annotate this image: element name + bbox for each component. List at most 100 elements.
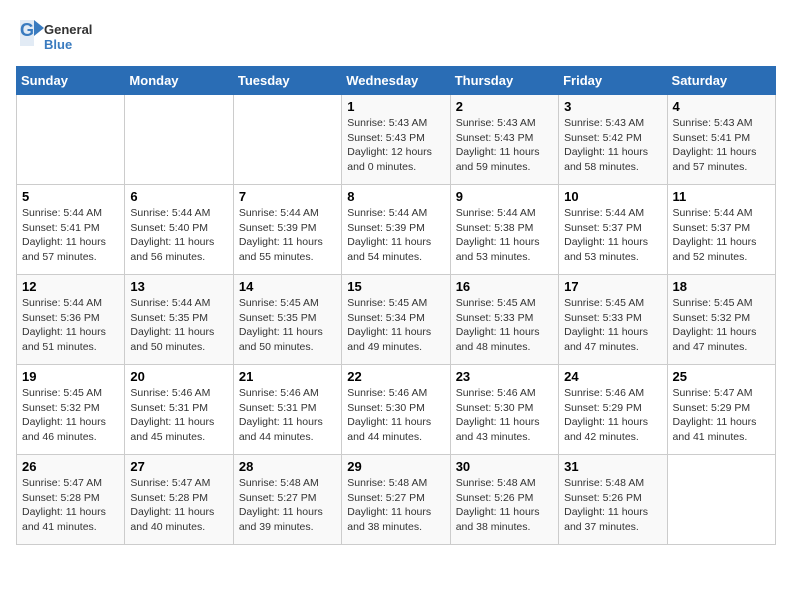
logo: General Blue G [16, 16, 106, 56]
day-number: 4 [673, 99, 770, 114]
day-info: Sunrise: 5:43 AM Sunset: 5:43 PM Dayligh… [456, 116, 553, 175]
day-info: Sunrise: 5:45 AM Sunset: 5:32 PM Dayligh… [673, 296, 770, 355]
day-info: Sunrise: 5:44 AM Sunset: 5:40 PM Dayligh… [130, 206, 227, 265]
day-info: Sunrise: 5:48 AM Sunset: 5:27 PM Dayligh… [239, 476, 336, 535]
day-number: 1 [347, 99, 444, 114]
day-number: 28 [239, 459, 336, 474]
day-number: 30 [456, 459, 553, 474]
svg-text:Blue: Blue [44, 37, 72, 52]
day-info: Sunrise: 5:44 AM Sunset: 5:39 PM Dayligh… [239, 206, 336, 265]
calendar-cell: 2Sunrise: 5:43 AM Sunset: 5:43 PM Daylig… [450, 95, 558, 185]
calendar-week: 12 Sunrise: 5:44 AM Sunset: 5:36 PM Dayli… [17, 275, 776, 365]
day-info: Sunrise: 5:44 AM Sunset: 5:41 PM Dayligh… [22, 206, 119, 265]
day-number: 20 [130, 369, 227, 384]
day-number: 16 [456, 279, 553, 294]
calendar-week: 26 Sunrise: 5:47 AM Sunset: 5:28 PM Dayli… [17, 455, 776, 545]
day-number: 8 [347, 189, 444, 204]
day-number: 15 [347, 279, 444, 294]
day-number: 3 [564, 99, 661, 114]
day-info: Sunrise: 5:43 AM Sunset: 5:42 PM Dayligh… [564, 116, 661, 175]
calendar-cell: 16 Sunrise: 5:45 AM Sunset: 5:33 PM Dayli… [450, 275, 558, 365]
day-info: Sunrise: 5:44 AM Sunset: 5:35 PM Dayligh… [130, 296, 227, 355]
calendar-cell: 25Sunrise: 5:47 AM Sunset: 5:29 PM Dayli… [667, 365, 775, 455]
day-info: Sunrise: 5:45 AM Sunset: 5:35 PM Dayligh… [239, 296, 336, 355]
calendar-cell: 20 Sunrise: 5:46 AM Sunset: 5:31 PM Dayli… [125, 365, 233, 455]
day-number: 18 [673, 279, 770, 294]
calendar-body: 1 Sunrise: 5:43 AM Sunset: 5:43 PM Daylig… [17, 95, 776, 545]
day-info: Sunrise: 5:45 AM Sunset: 5:34 PM Dayligh… [347, 296, 444, 355]
calendar-cell [667, 455, 775, 545]
calendar-cell: 10Sunrise: 5:44 AM Sunset: 5:37 PM Dayli… [559, 185, 667, 275]
day-info: Sunrise: 5:44 AM Sunset: 5:39 PM Dayligh… [347, 206, 444, 265]
day-number: 27 [130, 459, 227, 474]
calendar-table: SundayMondayTuesdayWednesdayThursdayFrid… [16, 66, 776, 545]
calendar-cell [125, 95, 233, 185]
day-number: 6 [130, 189, 227, 204]
calendar-cell: 5Sunrise: 5:44 AM Sunset: 5:41 PM Daylig… [17, 185, 125, 275]
weekday-header: Thursday [450, 67, 558, 95]
day-number: 31 [564, 459, 661, 474]
calendar-cell: 8 Sunrise: 5:44 AM Sunset: 5:39 PM Daylig… [342, 185, 450, 275]
day-info: Sunrise: 5:46 AM Sunset: 5:31 PM Dayligh… [130, 386, 227, 445]
day-number: 9 [456, 189, 553, 204]
calendar-cell: 14 Sunrise: 5:45 AM Sunset: 5:35 PM Dayli… [233, 275, 341, 365]
calendar-cell: 4 Sunrise: 5:43 AM Sunset: 5:41 PM Daylig… [667, 95, 775, 185]
day-info: Sunrise: 5:43 AM Sunset: 5:41 PM Dayligh… [673, 116, 770, 175]
calendar-cell: 30 Sunrise: 5:48 AM Sunset: 5:26 PM Dayli… [450, 455, 558, 545]
day-info: Sunrise: 5:47 AM Sunset: 5:28 PM Dayligh… [22, 476, 119, 535]
calendar-header: SundayMondayTuesdayWednesdayThursdayFrid… [17, 67, 776, 95]
day-info: Sunrise: 5:46 AM Sunset: 5:30 PM Dayligh… [456, 386, 553, 445]
day-number: 23 [456, 369, 553, 384]
calendar-cell: 19 Sunrise: 5:45 AM Sunset: 5:32 PM Dayli… [17, 365, 125, 455]
calendar-cell: 23 Sunrise: 5:46 AM Sunset: 5:30 PM Dayli… [450, 365, 558, 455]
calendar-cell: 12 Sunrise: 5:44 AM Sunset: 5:36 PM Dayli… [17, 275, 125, 365]
day-info: Sunrise: 5:47 AM Sunset: 5:28 PM Dayligh… [130, 476, 227, 535]
calendar-cell: 3 Sunrise: 5:43 AM Sunset: 5:42 PM Daylig… [559, 95, 667, 185]
day-number: 19 [22, 369, 119, 384]
weekday-header: Saturday [667, 67, 775, 95]
day-info: Sunrise: 5:46 AM Sunset: 5:31 PM Dayligh… [239, 386, 336, 445]
day-number: 14 [239, 279, 336, 294]
day-number: 12 [22, 279, 119, 294]
calendar-week: 19 Sunrise: 5:45 AM Sunset: 5:32 PM Dayli… [17, 365, 776, 455]
day-info: Sunrise: 5:48 AM Sunset: 5:27 PM Dayligh… [347, 476, 444, 535]
weekday-header: Friday [559, 67, 667, 95]
calendar-cell: 1Sunrise: 5:43 AM Sunset: 5:43 PM Daylig… [342, 95, 450, 185]
day-number: 10 [564, 189, 661, 204]
day-number: 13 [130, 279, 227, 294]
calendar-cell: 13 Sunrise: 5:44 AM Sunset: 5:35 PM Dayli… [125, 275, 233, 365]
calendar-cell: 15 Sunrise: 5:45 AM Sunset: 5:34 PM Dayli… [342, 275, 450, 365]
day-info: Sunrise: 5:44 AM Sunset: 5:38 PM Dayligh… [456, 206, 553, 265]
day-number: 22 [347, 369, 444, 384]
day-info: Sunrise: 5:48 AM Sunset: 5:26 PM Dayligh… [564, 476, 661, 535]
day-info: Sunrise: 5:48 AM Sunset: 5:26 PM Dayligh… [456, 476, 553, 535]
day-info: Sunrise: 5:46 AM Sunset: 5:30 PM Dayligh… [347, 386, 444, 445]
calendar-cell: 9 Sunrise: 5:44 AM Sunset: 5:38 PM Daylig… [450, 185, 558, 275]
weekday-header: Monday [125, 67, 233, 95]
day-info: Sunrise: 5:44 AM Sunset: 5:37 PM Dayligh… [673, 206, 770, 265]
logo-svg: General Blue G [16, 16, 106, 56]
svg-text:General: General [44, 22, 92, 37]
calendar-cell [233, 95, 341, 185]
calendar-week: 5Sunrise: 5:44 AM Sunset: 5:41 PM Daylig… [17, 185, 776, 275]
day-info: Sunrise: 5:45 AM Sunset: 5:32 PM Dayligh… [22, 386, 119, 445]
calendar-cell: 22 Sunrise: 5:46 AM Sunset: 5:30 PM Dayli… [342, 365, 450, 455]
weekday-header: Sunday [17, 67, 125, 95]
calendar-cell [17, 95, 125, 185]
calendar-cell: 21Sunrise: 5:46 AM Sunset: 5:31 PM Dayli… [233, 365, 341, 455]
day-number: 11 [673, 189, 770, 204]
day-info: Sunrise: 5:45 AM Sunset: 5:33 PM Dayligh… [456, 296, 553, 355]
svg-text:G: G [20, 20, 34, 40]
day-info: Sunrise: 5:44 AM Sunset: 5:36 PM Dayligh… [22, 296, 119, 355]
calendar-week: 1 Sunrise: 5:43 AM Sunset: 5:43 PM Daylig… [17, 95, 776, 185]
calendar-cell: 11 Sunrise: 5:44 AM Sunset: 5:37 PM Dayli… [667, 185, 775, 275]
page-header: General Blue G [16, 16, 776, 56]
calendar-cell: 26 Sunrise: 5:47 AM Sunset: 5:28 PM Dayli… [17, 455, 125, 545]
calendar-cell: 18 Sunrise: 5:45 AM Sunset: 5:32 PM Dayli… [667, 275, 775, 365]
day-info: Sunrise: 5:46 AM Sunset: 5:29 PM Dayligh… [564, 386, 661, 445]
day-info: Sunrise: 5:45 AM Sunset: 5:33 PM Dayligh… [564, 296, 661, 355]
calendar-cell: 28 Sunrise: 5:48 AM Sunset: 5:27 PM Dayli… [233, 455, 341, 545]
day-number: 29 [347, 459, 444, 474]
day-number: 26 [22, 459, 119, 474]
day-info: Sunrise: 5:47 AM Sunset: 5:29 PM Dayligh… [673, 386, 770, 445]
